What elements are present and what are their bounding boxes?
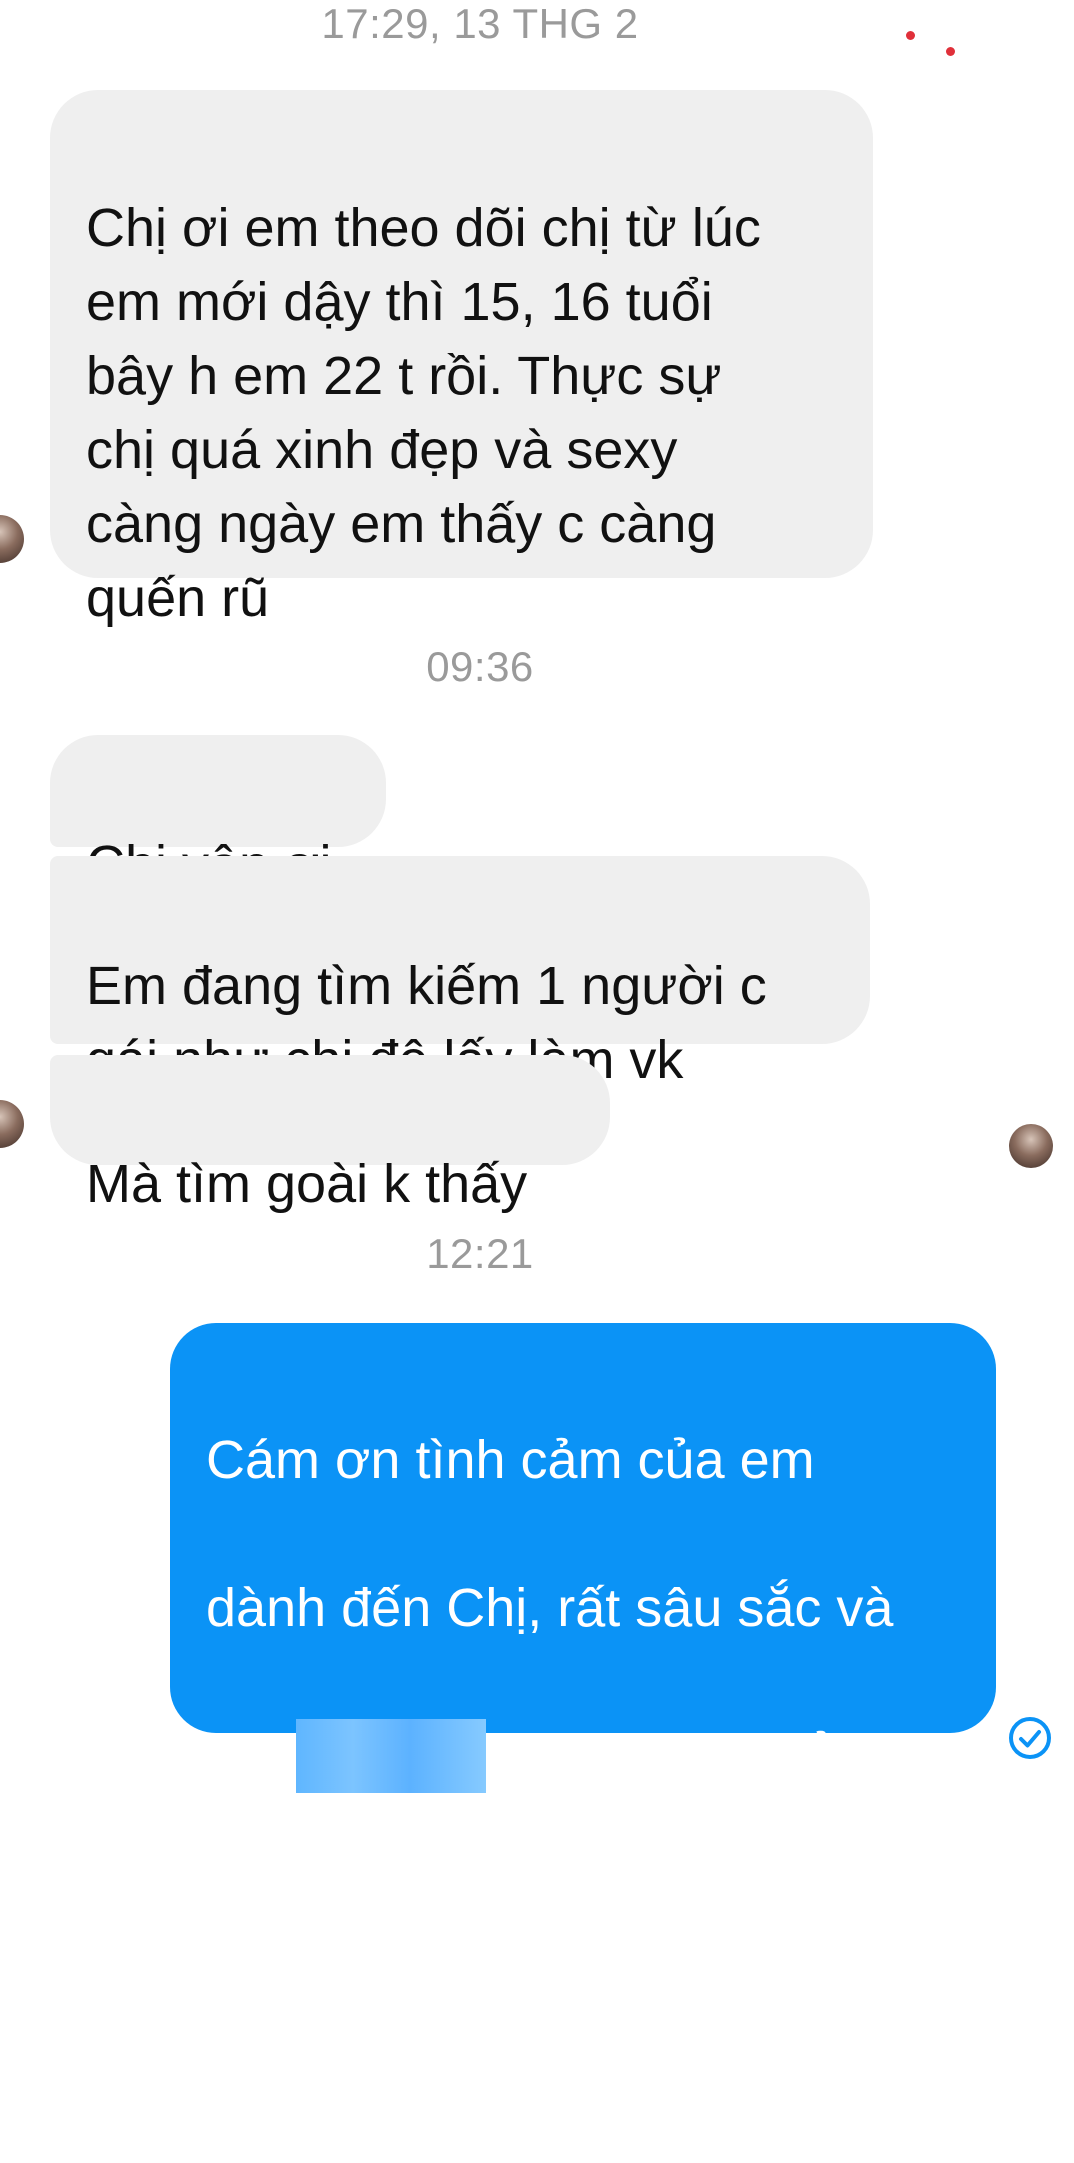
message-line: vậy? (206, 2022, 321, 2082)
message-text: đẹp (206, 1726, 297, 1786)
message-line: đẹp ạ! Cv của R ổn (206, 1719, 976, 1793)
message-text: ạ! Cv của R ổn (486, 1726, 859, 1786)
incoming-message-bubble[interactable]: Chị ơi em theo dõi chị từ lúc em mới dậy… (50, 90, 873, 628)
timestamp: 12:21 (426, 1230, 534, 1277)
message-text: Mà tìm goài k thấy (86, 1154, 528, 1214)
timestamp: 09:36 (426, 643, 534, 690)
timestamp: 17:29, 13 THG 2 (321, 0, 639, 47)
incoming-message-bubble[interactable]: Mà tìm goài k thấy (50, 1055, 610, 1214)
decorative-dot (946, 47, 955, 56)
message-line: định chưa sao lại lấy vợ sớm (206, 1874, 902, 1934)
check-circle-icon (1008, 1716, 1052, 1760)
outgoing-message-bubble[interactable]: Cám ơn tình cảm của em dành đến Chị, rất… (170, 1323, 996, 2082)
avatar[interactable] (0, 1100, 24, 1148)
incoming-message-bubble[interactable]: Em đang tìm kiếm 1 người c gái như chị đ… (50, 856, 870, 1090)
avatar[interactable] (0, 515, 24, 563)
message-line: dành đến Chị, rất sâu sắc và (206, 1578, 894, 1638)
redacted-blur (296, 1719, 487, 1793)
incoming-message-bubble[interactable]: Chị vân ơi (50, 735, 386, 895)
read-receipt-avatar (1009, 1124, 1053, 1168)
message-text: Chị ơi em theo dõi chị từ lúc em mới dậy… (86, 198, 761, 628)
message-line: Cám ơn tình cảm của em (206, 1430, 815, 1490)
